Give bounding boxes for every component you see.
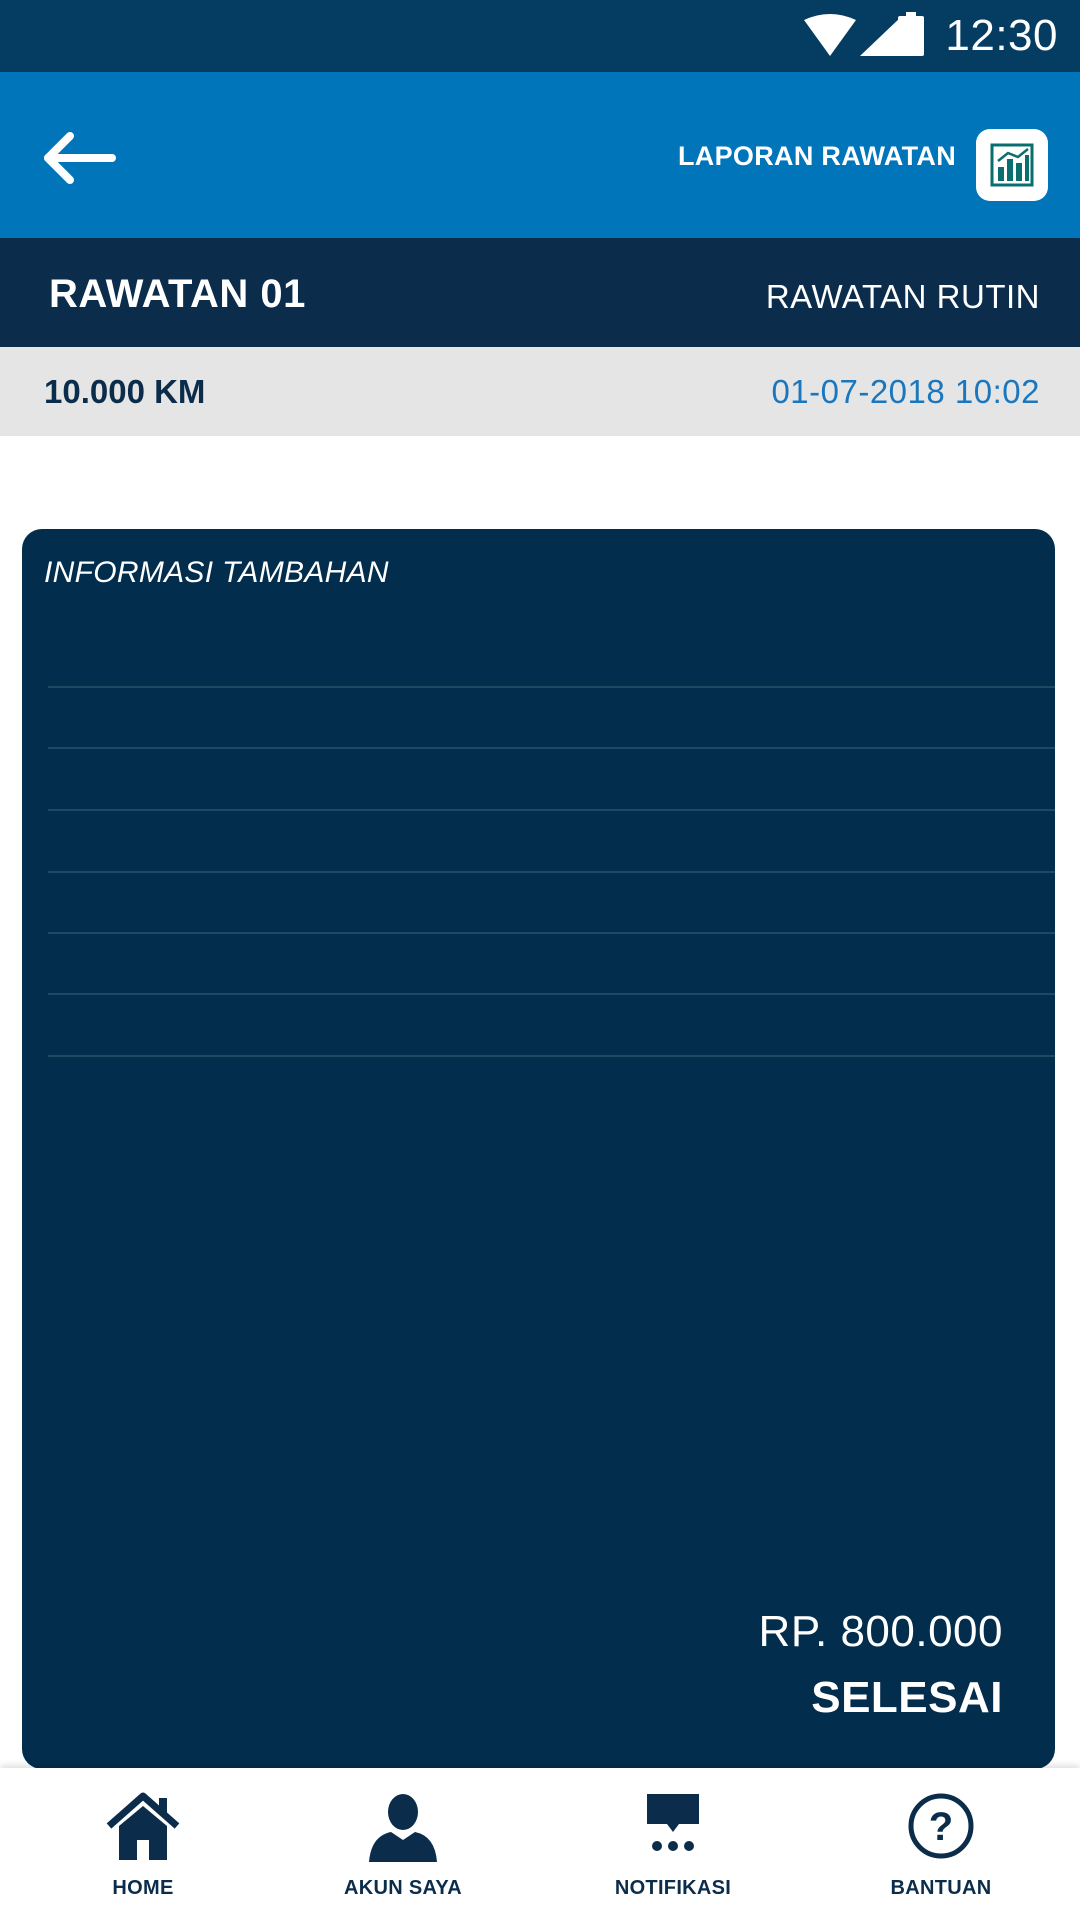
signal-icon bbox=[860, 16, 902, 56]
app-bar: LAPORAN RAWATAN bbox=[0, 72, 1080, 238]
chat-icon bbox=[645, 1792, 701, 1861]
back-button[interactable] bbox=[40, 128, 120, 188]
report-label[interactable]: LAPORAN RAWATAN bbox=[678, 134, 956, 178]
nav-notifications[interactable]: NOTIFIKASI bbox=[538, 1768, 808, 1920]
battery-icon bbox=[898, 12, 924, 56]
title-bar: RAWATAN 01 RAWATAN RUTIN bbox=[0, 238, 1080, 347]
mileage-text: 10.000 KM bbox=[44, 373, 206, 410]
home-icon bbox=[105, 1792, 181, 1867]
svg-text:?: ? bbox=[929, 1805, 953, 1849]
user-icon bbox=[367, 1792, 439, 1867]
report-button[interactable] bbox=[976, 129, 1048, 201]
nav-label: AKUN SAYA bbox=[344, 1877, 462, 1899]
price-text: RP. 800.000 bbox=[758, 1607, 1003, 1656]
note-line bbox=[48, 686, 1055, 688]
nav-label: HOME bbox=[112, 1877, 174, 1899]
bottom-nav: HOME AKUN SAYA NOTIFIKASI ? BANTUAN bbox=[0, 1768, 1080, 1920]
arrow-left-icon bbox=[44, 132, 116, 184]
note-line bbox=[48, 747, 1055, 749]
datetime-text: 01-07-2018 10:02 bbox=[771, 373, 1040, 410]
note-line bbox=[48, 1055, 1055, 1057]
nav-label: BANTUAN bbox=[890, 1877, 992, 1899]
help-icon: ? bbox=[907, 1792, 975, 1865]
status-time: 12:30 bbox=[945, 11, 1058, 60]
nav-account[interactable]: AKUN SAYA bbox=[268, 1768, 538, 1920]
card-heading: INFORMASI TAMBAHAN bbox=[44, 556, 389, 589]
status-text: SELESAI bbox=[811, 1673, 1003, 1722]
additional-info-card: INFORMASI TAMBAHAN RP. 800.000 SELESAI bbox=[22, 529, 1055, 1769]
info-bar: 10.000 KM 01-07-2018 10:02 bbox=[0, 347, 1080, 436]
maintenance-title: RAWATAN 01 bbox=[49, 272, 306, 316]
wifi-icon bbox=[804, 14, 856, 56]
nav-help[interactable]: ? BANTUAN bbox=[806, 1768, 1076, 1920]
nav-home[interactable]: HOME bbox=[8, 1768, 278, 1920]
maintenance-type: RAWATAN RUTIN bbox=[765, 278, 1040, 315]
note-line bbox=[48, 809, 1055, 811]
status-bar: 12:30 bbox=[0, 0, 1080, 72]
chart-icon bbox=[990, 143, 1034, 187]
nav-label: NOTIFIKASI bbox=[614, 1877, 732, 1899]
note-line bbox=[48, 993, 1055, 995]
note-line bbox=[48, 871, 1055, 873]
note-line bbox=[48, 932, 1055, 934]
